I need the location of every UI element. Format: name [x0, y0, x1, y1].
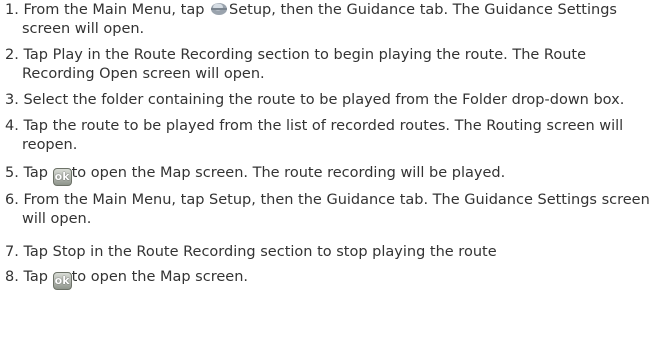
step-text: Select the folder containing the route t… — [23, 92, 625, 108]
step-text: to open the Map screen. The route record… — [71, 165, 506, 181]
step-text: Tap Stop in the Route Recording section … — [23, 244, 497, 260]
step-text-continued: reopen. — [22, 137, 78, 153]
step-text: Setup, then the Guidance tab. The Guidan… — [229, 2, 617, 18]
step-text: Tap — [23, 269, 48, 285]
step-text: Tap Play in the Route Recording section … — [23, 47, 587, 63]
step-text: From the Main Menu, tap Setup, then the … — [23, 192, 650, 208]
step-text-continued: screen will open. — [22, 21, 145, 37]
step-4: 4. Tap the route to be played from the l… — [5, 117, 670, 155]
step-text-continued: Recording Open screen will open. — [22, 66, 265, 82]
step-2: 2. Tap Play in the Route Recording secti… — [5, 46, 670, 84]
step-text-continued: will open. — [22, 211, 92, 227]
step-number: 1. — [5, 2, 19, 18]
step-1: 1. From the Main Menu, tap Setup, then t… — [5, 0, 670, 39]
step-text: From the Main Menu, tap — [23, 2, 205, 18]
step-number: 2. — [5, 47, 19, 63]
step-number: 7. — [5, 244, 19, 260]
step-8: 8. Tap ok to open the Map screen. — [5, 268, 670, 290]
step-5: 5. Tap ok to open the Map screen. The rou… — [5, 164, 670, 186]
setup-icon — [209, 0, 229, 16]
step-number: 4. — [5, 118, 19, 134]
step-text: to open the Map screen. — [71, 269, 248, 285]
ok-icon: ok — [52, 272, 72, 290]
step-number: 8. — [5, 269, 19, 285]
step-text: Tap the route to be played from the list… — [23, 118, 624, 134]
step-6: 6. From the Main Menu, tap Setup, then t… — [5, 191, 670, 229]
step-number: 5. — [5, 165, 19, 181]
step-text: Tap — [23, 165, 48, 181]
step-7: 7. Tap Stop in the Route Recording secti… — [5, 243, 670, 262]
step-3: 3. Select the folder containing the rout… — [5, 91, 670, 110]
step-number: 6. — [5, 192, 19, 208]
ok-icon: ok — [52, 168, 72, 186]
step-number: 3. — [5, 92, 19, 108]
